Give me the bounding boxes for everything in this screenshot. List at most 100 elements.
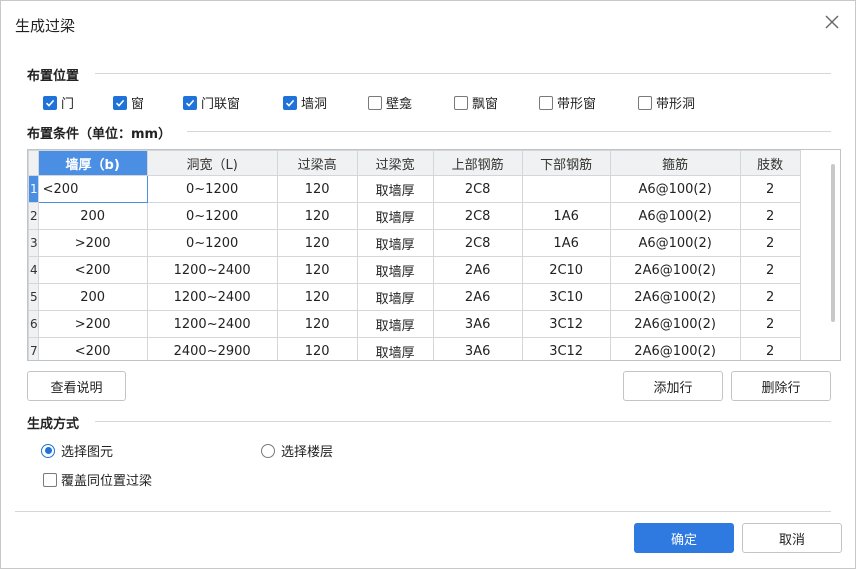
checkbox-box[interactable] [43, 95, 57, 110]
table-cell[interactable]: 2 [739, 337, 801, 360]
table-cell[interactable]: 120 [276, 256, 358, 284]
table-cell[interactable]: 200 [37, 283, 148, 311]
table-cell[interactable]: 取墙厚 [356, 175, 434, 203]
radio-select-elements[interactable]: 选择图元 [41, 441, 113, 460]
add-row-button[interactable]: 添加行 [623, 371, 723, 401]
table-cell[interactable]: 120 [276, 310, 358, 338]
row-number[interactable]: 4 [28, 256, 39, 284]
row-number[interactable]: 5 [28, 283, 39, 311]
checkbox-box[interactable] [283, 95, 297, 110]
table-cell[interactable]: 3C12 [521, 337, 611, 360]
checkbox-box[interactable] [638, 95, 652, 110]
table-cell[interactable]: 2 [739, 256, 801, 284]
view-notes-button[interactable]: 查看说明 [27, 371, 126, 401]
checkbox-box[interactable] [113, 95, 127, 110]
checkbox-box[interactable] [454, 95, 468, 110]
placement-checkbox-5[interactable]: 壁龛 [368, 93, 412, 112]
table-cell[interactable]: 取墙厚 [356, 337, 434, 360]
table-cell[interactable]: A6@100(2) [609, 229, 741, 257]
table-cell[interactable]: 2A6@100(2) [609, 256, 741, 284]
table-cell[interactable]: 120 [276, 337, 358, 360]
table-cell[interactable]: 2A6 [432, 256, 523, 284]
column-header[interactable]: 箍筋 [609, 150, 741, 176]
table-cell[interactable]: 取墙厚 [356, 202, 434, 230]
checkbox-box[interactable] [368, 95, 382, 110]
row-number[interactable]: 3 [28, 229, 39, 257]
radio-dot[interactable] [261, 443, 275, 458]
table-cell[interactable]: 取墙厚 [356, 283, 434, 311]
table-cell[interactable]: 0~1200 [146, 175, 278, 203]
table-cell[interactable]: 2 [739, 283, 801, 311]
checkbox-box[interactable] [43, 472, 57, 487]
table-cell[interactable]: 取墙厚 [356, 256, 434, 284]
table-row[interactable]: 6 >200 1200~2400 120 取墙厚 3A6 3C12 2A6@100(2) 2 [28, 310, 801, 338]
table-cell[interactable]: A6@100(2) [609, 202, 741, 230]
table-cell[interactable]: 2A6@100(2) [609, 337, 741, 360]
column-header[interactable]: 洞宽（L) [146, 150, 278, 176]
column-header[interactable]: 下部钢筋 [521, 150, 611, 176]
table-cell[interactable]: A6@100(2) [609, 175, 741, 203]
table-cell[interactable]: 2 [739, 175, 801, 203]
table-cell[interactable]: 120 [276, 175, 358, 203]
table-row[interactable]: 2 200 0~1200 120 取墙厚 2C8 1A6 A6@100(2) 2 [28, 202, 801, 230]
checkbox-box[interactable] [183, 95, 197, 110]
table-cell[interactable]: 2C10 [521, 256, 611, 284]
table-cell[interactable]: 3C10 [521, 283, 611, 311]
table-cell[interactable]: 120 [276, 283, 358, 311]
table-cell[interactable]: 2C8 [432, 229, 523, 257]
table-cell[interactable]: 2C8 [432, 175, 523, 203]
table-cell[interactable]: 120 [276, 229, 358, 257]
table-cell[interactable]: 1A6 [521, 229, 611, 257]
table-row[interactable]: 5 200 1200~2400 120 取墙厚 2A6 3C10 2A6@100(2) 2 [28, 283, 801, 311]
placement-checkbox-4[interactable]: 墙洞 [283, 93, 327, 112]
table-scrollbar[interactable] [826, 150, 840, 360]
table-row[interactable]: 1 <200 0~1200 120 取墙厚 2C8 A6@100(2) 2 [28, 175, 801, 203]
table-cell[interactable]: 2400~2900 [146, 337, 278, 360]
table-cell[interactable]: 200 [37, 202, 148, 230]
cancel-button[interactable]: 取消 [742, 523, 842, 553]
overwrite-checkbox[interactable]: 覆盖同位置过梁 [43, 470, 152, 489]
close-icon[interactable] [823, 13, 841, 31]
radio-dot[interactable] [41, 443, 55, 458]
table-cell[interactable]: 取墙厚 [356, 229, 434, 257]
delete-row-button[interactable]: 删除行 [731, 371, 831, 401]
column-header[interactable]: 过梁高 [276, 150, 358, 176]
placement-checkbox-3[interactable]: 门联窗 [183, 93, 240, 112]
table-cell[interactable]: 1200~2400 [146, 256, 278, 284]
table-cell[interactable]: 0~1200 [146, 229, 278, 257]
table-row[interactable]: 7 <200 2400~2900 120 取墙厚 3A6 3C12 2A6@100(2) 2 [28, 337, 801, 360]
table-cell[interactable]: 1200~2400 [146, 310, 278, 338]
table-cell[interactable]: 取墙厚 [356, 310, 434, 338]
row-number[interactable]: 1 [28, 175, 39, 203]
table-cell[interactable]: <200 [37, 337, 148, 360]
checkbox-box[interactable] [539, 95, 553, 110]
column-header[interactable]: 上部钢筋 [432, 150, 523, 176]
table-cell[interactable]: >200 [37, 229, 148, 257]
table-cell[interactable]: 2A6@100(2) [609, 283, 741, 311]
placement-checkbox-1[interactable]: 门 [43, 93, 74, 112]
table-cell[interactable]: 1A6 [521, 202, 611, 230]
table-cell[interactable]: 0~1200 [146, 202, 278, 230]
table-cell[interactable]: <200 [37, 256, 148, 284]
radio-select-floors[interactable]: 选择楼层 [261, 441, 333, 460]
table-cell[interactable]: 2 [739, 310, 801, 338]
table-cell[interactable]: 2A6 [432, 283, 523, 311]
table-cell[interactable]: 3C12 [521, 310, 611, 338]
row-number[interactable]: 2 [28, 202, 39, 230]
table-cell[interactable]: 3A6 [432, 310, 523, 338]
row-number[interactable]: 6 [28, 310, 39, 338]
table-cell[interactable]: >200 [37, 310, 148, 338]
scrollbar-thumb[interactable] [831, 164, 835, 322]
table-cell[interactable]: 1200~2400 [146, 283, 278, 311]
table-row[interactable]: 4 <200 1200~2400 120 取墙厚 2A6 2C10 2A6@100(2) 2 [28, 256, 801, 284]
table-cell[interactable]: 2 [739, 202, 801, 230]
column-header[interactable]: 过梁宽 [356, 150, 434, 176]
table-cell[interactable]: 2 [739, 229, 801, 257]
column-header[interactable]: 墙厚（b) [37, 150, 148, 176]
placement-checkbox-6[interactable]: 飘窗 [454, 93, 498, 112]
placement-checkbox-2[interactable]: 窗 [113, 93, 144, 112]
column-header[interactable]: 肢数 [739, 150, 801, 176]
table-row[interactable]: 3 >200 0~1200 120 取墙厚 2C8 1A6 A6@100(2) 2 [28, 229, 801, 257]
table-cell[interactable]: 2C8 [432, 202, 523, 230]
placement-checkbox-8[interactable]: 带形洞 [638, 93, 695, 112]
